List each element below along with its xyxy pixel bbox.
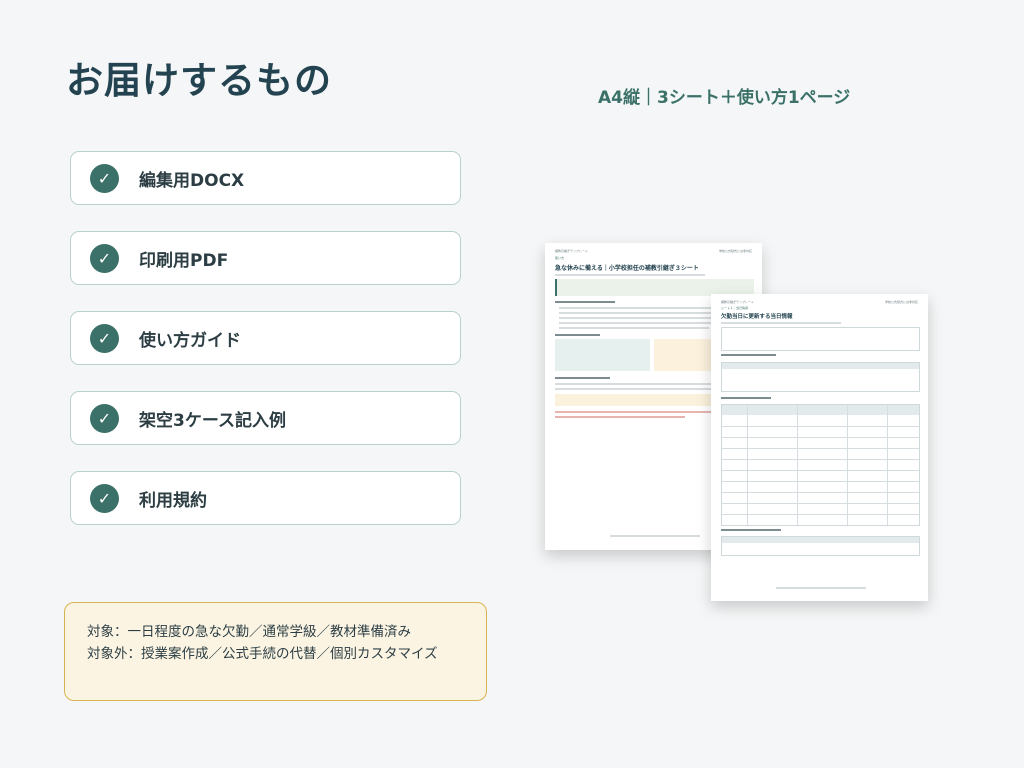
check-icon: ✓ xyxy=(90,243,119,273)
document-preview-sheet1: 補教引継ぎテンプレート 学校公式様式には非対応 シート１｜当日情報 欠勤当日に更… xyxy=(711,294,928,601)
check-icon: ✓ xyxy=(90,163,119,193)
list-item: ✓ 使い方ガイド xyxy=(70,311,461,365)
page-title: お届けするもの xyxy=(66,59,332,102)
scope-note-target: 対象：一日程度の急な欠勤／通常学級／教材準備済み xyxy=(87,624,411,640)
deliverables-list: ✓ 編集用DOCX ✓ 印刷用PDF ✓ 使い方ガイド ✓ 架空3ケース記入例 … xyxy=(70,151,461,551)
list-item: ✓ 利用規約 xyxy=(70,471,461,525)
check-icon: ✓ xyxy=(90,403,119,433)
doc-title: 急な休みに備える｜小学校担任の補教引継ぎ３シート xyxy=(555,265,699,272)
doc-info-table xyxy=(721,327,920,351)
doc-header-right: 学校公式様式には非対応 xyxy=(718,249,752,253)
doc-title: 欠勤当日に更新する当日情報 xyxy=(721,314,793,320)
item-label: 使い方ガイド xyxy=(139,330,241,351)
doc-section: 使い方 xyxy=(555,256,565,260)
scope-note-excluded: 対象外：授業案作成／公式手続の代替／個別カスタマイズ xyxy=(87,646,438,662)
doc-schedule-table xyxy=(721,404,920,526)
doc-header-left: 補教引継ぎテンプレート xyxy=(721,300,754,304)
item-label: 架空3ケース記入例 xyxy=(139,410,286,431)
page-subtitle: A4縦｜3シート＋使い方1ページ xyxy=(598,88,851,108)
doc-header-left: 補教引継ぎテンプレート xyxy=(555,249,588,253)
item-label: 編集用DOCX xyxy=(139,170,245,191)
doc-materials-table xyxy=(721,536,920,556)
doc-section: シート１｜当日情報 xyxy=(721,306,749,310)
check-icon: ✓ xyxy=(90,323,119,353)
item-label: 印刷用PDF xyxy=(139,250,229,271)
list-item: ✓ 架空3ケース記入例 xyxy=(70,391,461,445)
doc-header-right: 学校公式様式には非対応 xyxy=(884,300,918,304)
doc-change-table xyxy=(721,362,920,392)
doc-panel-left xyxy=(555,339,650,371)
list-item: ✓ 編集用DOCX xyxy=(70,151,461,205)
list-item: ✓ 印刷用PDF xyxy=(70,231,461,285)
check-icon: ✓ xyxy=(90,483,119,513)
item-label: 利用規約 xyxy=(139,490,207,511)
scope-note: 対象：一日程度の急な欠勤／通常学級／教材準備済み 対象外：授業案作成／公式手続の… xyxy=(64,602,487,701)
